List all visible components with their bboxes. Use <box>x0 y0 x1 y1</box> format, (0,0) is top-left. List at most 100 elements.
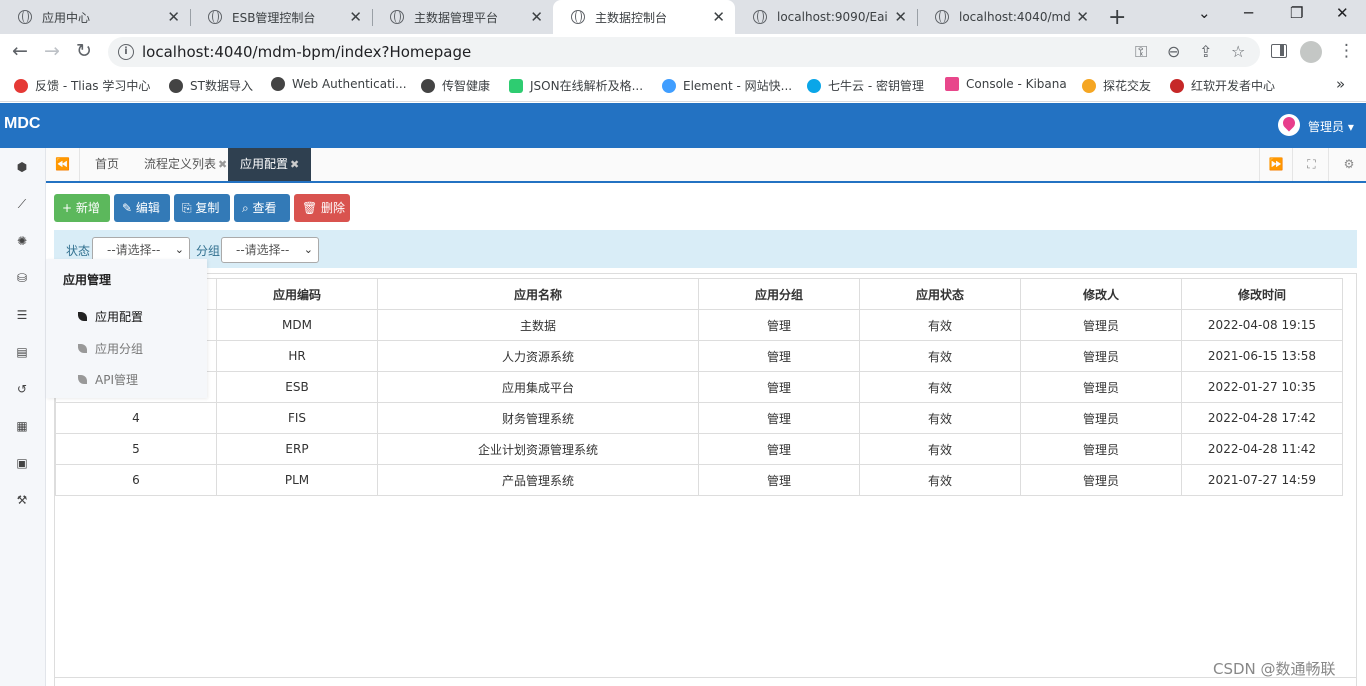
add-button[interactable]: + 新增 <box>54 194 110 222</box>
app-table-container: 应用编码 应用名称 应用分组 应用状态 修改人 修改时间 MDM 主数据 管理 有效管… <box>54 273 1357 686</box>
site-info-icon[interactable]: i <box>118 44 134 60</box>
page-tabs-bar: ⏪ 首页 流程定义列表 ✖ 应用配置 ✖ ⏩ ⛶ ⚙ <box>46 148 1366 183</box>
card-icon[interactable]: ▤ <box>14 344 30 360</box>
bookmark-favicon-icon <box>662 78 676 93</box>
tab-home[interactable]: 首页 <box>83 148 131 181</box>
reload-icon[interactable]: ↻ <box>76 40 92 62</box>
globe-icon <box>208 10 222 24</box>
tab-process-definitions[interactable]: 流程定义列表 ✖ <box>132 148 239 181</box>
database-icon[interactable]: ⛁ <box>14 270 30 286</box>
table-row[interactable]: 6 PLM 产品管理系统 管理 有效 管理员 2021-07-27 14:59 <box>55 464 1343 496</box>
delete-button[interactable]: 🗑 删除 <box>294 194 350 222</box>
browser-tab-3[interactable]: 主数据管理平台 ✕ <box>372 0 553 34</box>
column-header[interactable]: 应用状态 <box>859 278 1021 310</box>
window-close-icon[interactable]: ✕ <box>1336 4 1349 22</box>
wrench-icon[interactable]: ⚒ <box>14 492 30 508</box>
browser-tab-2[interactable]: ESB管理控制台 ✕ <box>190 0 372 34</box>
table-row[interactable]: MDM 主数据 管理 有效 管理员 2022-04-08 19:15 <box>55 309 1343 341</box>
close-icon[interactable]: ✕ <box>1076 8 1089 26</box>
flyout-title: 应用管理 <box>63 273 112 287</box>
more-menu-icon[interactable]: ⋮ <box>1338 41 1355 61</box>
share-icon[interactable]: ⇪ <box>1199 42 1212 61</box>
browser-tab-6[interactable]: localhost:4040/mdm ✕ <box>917 0 1099 34</box>
archive-icon[interactable]: ▣ <box>14 455 30 471</box>
bookmark-5[interactable]: JSON在线解析及格... <box>509 77 643 94</box>
close-icon[interactable]: ✕ <box>349 8 362 26</box>
tabs-scroll-right-icon[interactable]: ⏩ <box>1259 148 1293 181</box>
tab-app-config[interactable]: 应用配置 ✖ <box>228 148 312 181</box>
app-logo: MDC <box>4 115 41 132</box>
close-icon[interactable]: ✕ <box>530 8 543 26</box>
film-icon[interactable]: ▦ <box>14 418 30 434</box>
bookmark-3[interactable]: Web Authenticati... <box>271 77 407 91</box>
bookmark-1[interactable]: 反馈 - Tlias 学习中心 <box>14 77 150 94</box>
settings-gear-icon[interactable]: ⚙ <box>1332 148 1366 181</box>
table-row[interactable]: HR 人力资源系统 管理 有效 管理员 2021-06-15 13:58 <box>55 340 1343 372</box>
close-icon[interactable]: ✖ <box>290 158 299 171</box>
tabs-scroll-left-icon[interactable]: ⏪ <box>46 148 80 181</box>
copy-button[interactable]: ⎘ 复制 <box>174 194 230 222</box>
new-tab-button[interactable]: + <box>1108 5 1126 30</box>
minimize-icon[interactable]: ─ <box>1244 4 1253 22</box>
bookmark-10[interactable]: 红软开发者中心 <box>1170 77 1275 94</box>
bookmarks-more-icon[interactable]: » <box>1336 75 1345 93</box>
fullscreen-icon[interactable]: ⛶ <box>1295 148 1329 181</box>
bookmark-favicon-icon <box>14 78 28 93</box>
history-icon[interactable]: ↺ <box>14 381 30 397</box>
bookmark-2[interactable]: ST数据导入 <box>169 77 253 94</box>
list-icon[interactable]: ☰ <box>14 307 30 323</box>
tab-search-icon[interactable]: ⌄ <box>1198 4 1211 22</box>
menu-item-app-group[interactable]: 应用分组 <box>78 340 143 357</box>
view-button[interactable]: ⌕ 查看 <box>234 194 290 222</box>
table-row[interactable]: 4 FIS 财务管理系统 管理 有效 管理员 2022-04-28 17:42 <box>55 402 1343 434</box>
browser-tab-1[interactable]: 应用中心 ✕ <box>0 0 190 34</box>
column-header[interactable]: 修改时间 <box>1181 278 1343 310</box>
bookmark-9[interactable]: 探花交友 <box>1082 77 1151 94</box>
edit-button[interactable]: ✎ 编辑 <box>114 194 170 222</box>
column-header[interactable]: 应用编码 <box>216 278 378 310</box>
column-header[interactable]: 应用名称 <box>377 278 699 310</box>
bookmark-6[interactable]: Element - 网站快... <box>662 77 792 94</box>
app-header: MDC 管理员 ▾ <box>0 103 1366 148</box>
bookmark-favicon-icon <box>169 78 183 93</box>
url-field[interactable]: i localhost:4040/mdm-bpm/index?Homepage … <box>108 37 1260 67</box>
table-row[interactable]: ESB 应用集成平台 管理 有效 管理员 2022-01-27 10:35 <box>55 371 1343 403</box>
table-row[interactable]: 5 ERP 企业计划资源管理系统 管理 有效 管理员 2022-04-28 11:42 <box>55 433 1343 465</box>
close-icon[interactable]: ✕ <box>894 8 907 26</box>
restore-icon[interactable]: ❐ <box>1290 4 1303 22</box>
close-icon[interactable]: ✖ <box>218 158 227 171</box>
zoom-icon[interactable]: ⊖ <box>1167 42 1180 61</box>
profile-avatar[interactable] <box>1300 41 1322 63</box>
back-arrow-icon[interactable]: ← <box>12 40 28 62</box>
close-icon[interactable]: ✕ <box>167 8 180 26</box>
bookmark-favicon-icon <box>421 78 435 93</box>
address-bar-row: ← → ↻ i localhost:4040/mdm-bpm/index?Hom… <box>0 34 1366 70</box>
menu-item-api-management[interactable]: API管理 <box>78 371 138 388</box>
browser-tab-5[interactable]: localhost:9090/EaiSe ✕ <box>735 0 917 34</box>
globe-icon <box>18 10 32 24</box>
column-header[interactable]: 应用分组 <box>698 278 860 310</box>
menu-item-app-config[interactable]: 应用配置 <box>78 308 143 325</box>
watermark: CSDN @数通畅联 <box>1213 660 1336 678</box>
column-header[interactable]: 修改人 <box>1020 278 1182 310</box>
key-icon[interactable]: ⚿ <box>1135 42 1147 62</box>
globe-icon <box>390 10 404 24</box>
status-label: 状态 <box>66 244 91 258</box>
leaf-icon <box>78 375 87 384</box>
group-select[interactable]: --请选择-- ⌄ <box>221 237 319 263</box>
forward-arrow-icon[interactable]: → <box>44 40 60 62</box>
spinner-icon[interactable]: ✺ <box>14 233 30 249</box>
side-panel-icon[interactable] <box>1271 44 1287 58</box>
bookmark-7[interactable]: 七牛云 - 密钥管理 <box>807 77 924 94</box>
user-menu[interactable]: 管理员 ▾ <box>1308 118 1354 135</box>
close-icon[interactable]: ✕ <box>712 8 725 26</box>
browser-tab-4-active[interactable]: 主数据控制台 ✕ <box>553 0 735 34</box>
star-icon[interactable]: ☆ <box>1231 42 1245 61</box>
url-text: localhost:4040/mdm-bpm/index?Homepage <box>142 43 472 61</box>
table-header-row: 应用编码 应用名称 应用分组 应用状态 修改人 修改时间 <box>55 278 1343 310</box>
bookmark-8[interactable]: Console - Kibana <box>945 77 1067 91</box>
bookmark-4[interactable]: 传智健康 <box>421 77 490 94</box>
cube-icon[interactable]: ⬢ <box>14 159 30 175</box>
line-chart-icon[interactable]: ⟋ <box>14 196 30 212</box>
user-avatar[interactable] <box>1278 114 1300 136</box>
